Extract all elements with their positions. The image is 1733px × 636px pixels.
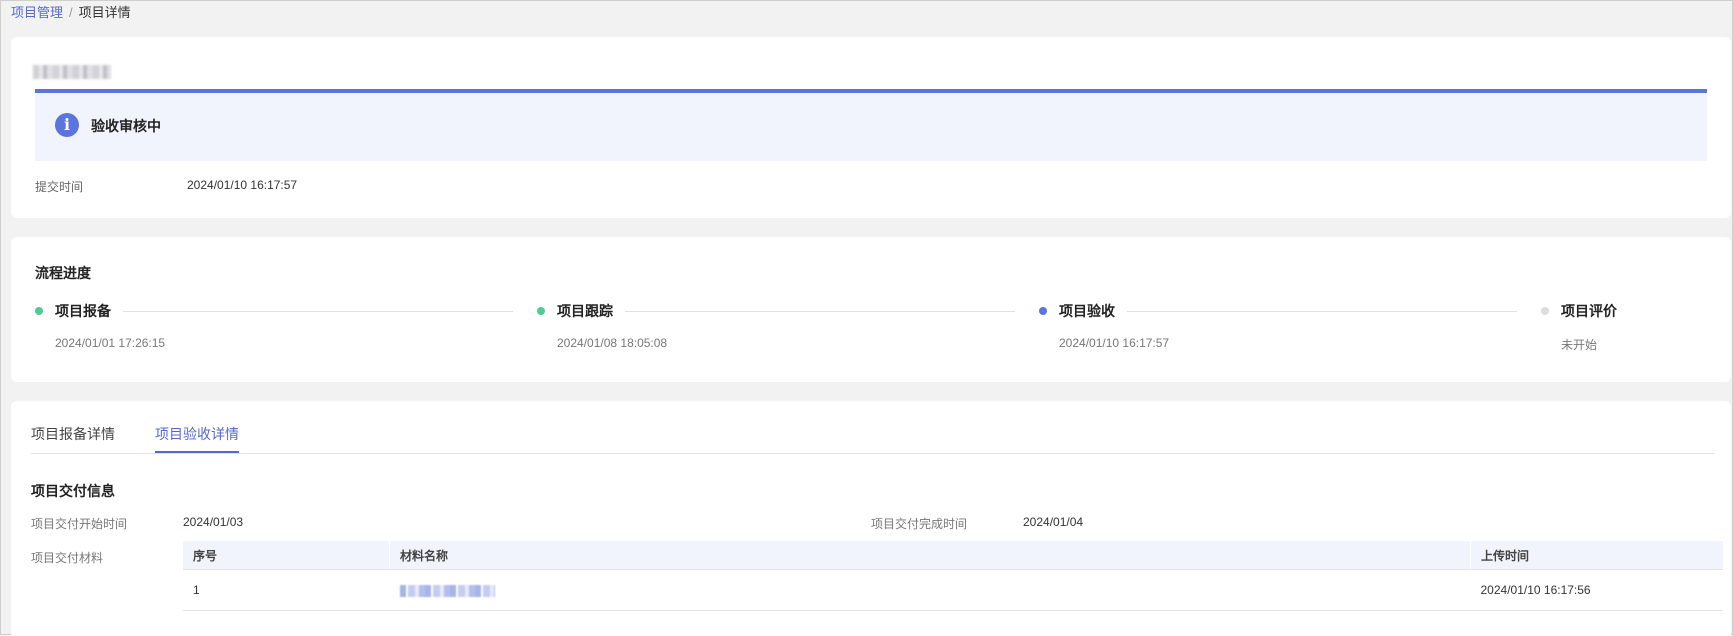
table-row: 1 2024/01/10 16:17:56: [183, 569, 1723, 611]
status-card: i 验收审核中 提交时间 2024/01/10 16:17:57: [11, 37, 1731, 218]
step-time: 2024/01/10 16:17:57: [1059, 336, 1170, 350]
delivery-materials-label: 项目交付材料: [31, 551, 104, 565]
delivery-info-title: 项目交付信息: [31, 483, 115, 499]
breadcrumb-current: 项目详情: [78, 5, 131, 20]
delivery-start-label: 项目交付开始时间: [31, 517, 128, 531]
status-banner: i 验收审核中: [35, 89, 1707, 161]
step-dot-current: [1039, 307, 1047, 315]
step-title: 项目评价: [1561, 303, 1617, 319]
step-connector: [123, 311, 513, 312]
step-connector: [625, 311, 1015, 312]
step-dot-pending: [1541, 307, 1549, 315]
material-file-link-redacted[interactable]: [399, 584, 495, 597]
tab-report-detail[interactable]: 项目报备详情: [31, 425, 115, 451]
delivery-start-value: 2024/01/03: [183, 515, 244, 529]
step-title: 项目报备: [55, 303, 111, 319]
process-card: 流程进度 项目报备 2024/01/01 17:26:15 项目跟踪 2024/…: [11, 237, 1731, 382]
column-header-material-name: 材料名称: [389, 541, 1471, 570]
table-header-row: 序号 材料名称 上传时间: [183, 541, 1723, 570]
step-time: 未开始: [1561, 338, 1598, 352]
cell-upload-time: 2024/01/10 16:17:56: [1470, 569, 1723, 611]
info-icon: i: [55, 113, 79, 137]
step-time: 2024/01/08 18:05:08: [557, 336, 668, 350]
breadcrumb-separator: /: [69, 5, 73, 20]
step-title: 项目验收: [1059, 303, 1115, 319]
status-text: 验收审核中: [91, 118, 161, 134]
step-title: 项目跟踪: [557, 303, 613, 319]
step-time: 2024/01/01 17:26:15: [55, 336, 166, 350]
step-dot-done: [35, 307, 43, 315]
detail-tabs: 项目报备详情 项目验收详情: [31, 425, 1715, 454]
delivery-end-value: 2024/01/04: [1023, 515, 1084, 529]
column-header-index: 序号: [183, 541, 390, 570]
cell-index: 1: [183, 569, 390, 611]
materials-table: 序号 材料名称 上传时间 1 2024/01/10 16:17:56: [183, 541, 1723, 611]
process-title: 流程进度: [35, 265, 91, 281]
breadcrumb-project-management-link[interactable]: 项目管理: [11, 5, 63, 20]
cell-material-name: [389, 569, 1471, 611]
detail-card: 项目报备详情 项目验收详情 项目交付信息 项目交付开始时间 2024/01/03…: [11, 401, 1731, 636]
delivery-end-label: 项目交付完成时间: [871, 517, 968, 531]
step-dot-done: [537, 307, 545, 315]
project-name-redacted: [33, 65, 111, 79]
column-header-upload-time: 上传时间: [1470, 541, 1723, 570]
step-connector: [1127, 311, 1517, 312]
submit-time-label: 提交时间: [35, 180, 84, 194]
tab-acceptance-detail[interactable]: 项目验收详情: [155, 425, 239, 453]
submit-time-value: 2024/01/10 16:17:57: [187, 178, 298, 192]
breadcrumb: 项目管理 / 项目详情: [11, 5, 131, 21]
